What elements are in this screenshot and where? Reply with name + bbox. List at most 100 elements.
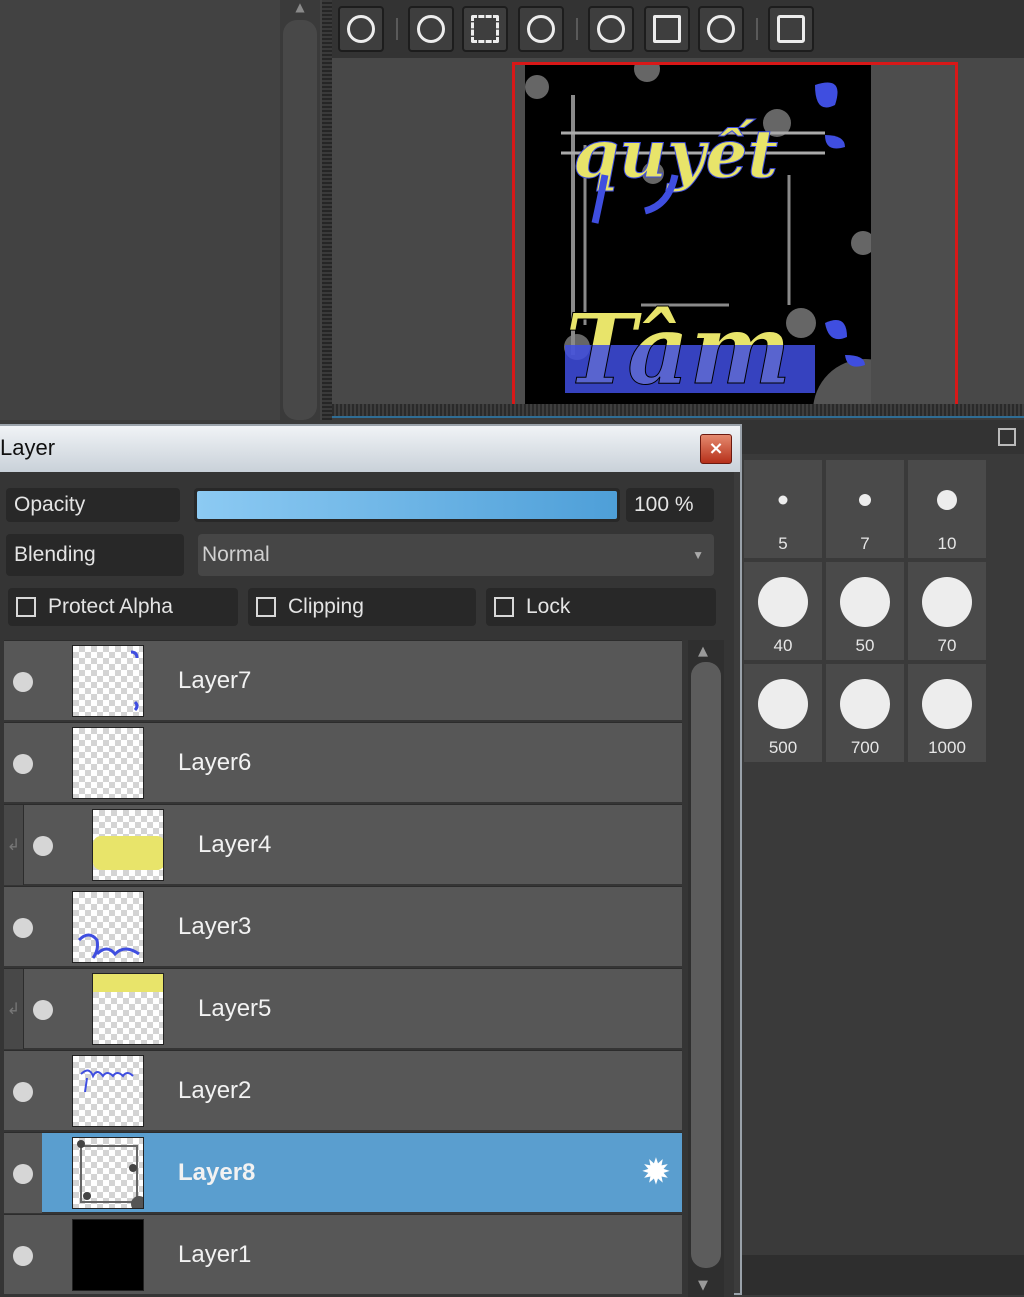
- layer-name: Layer8: [178, 1159, 256, 1186]
- visibility-toggle-icon[interactable]: [13, 754, 33, 774]
- workspace-scrollbar[interactable]: ▲: [280, 0, 320, 420]
- layer-thumbnail: [72, 1137, 144, 1209]
- zoom-actual-button[interactable]: [338, 6, 384, 52]
- layer-name: Layer7: [178, 667, 252, 694]
- rotate-left-button[interactable]: [588, 6, 634, 52]
- checkbox-box: [16, 597, 36, 617]
- brush-dot-icon: [840, 577, 890, 627]
- brush-size-label: 5: [778, 534, 788, 553]
- protect-alpha-label: Protect Alpha: [48, 595, 173, 618]
- scrollbar-thumb[interactable]: [283, 20, 317, 420]
- layer-thumbnail: [72, 1055, 144, 1127]
- toolbar-separator: [396, 18, 398, 40]
- layer-window-body: Opacity 100 % Blending Normal ▼ Protect …: [0, 472, 734, 1297]
- layer-thumbnail-art: [77, 1140, 143, 1208]
- rotate-right-icon: [707, 15, 735, 43]
- svg-text:Tâm: Tâm: [565, 293, 791, 406]
- clipping-arrow-icon: ↲: [4, 969, 24, 1049]
- clipping-checkbox[interactable]: Clipping: [248, 588, 476, 626]
- scroll-up-arrow-icon[interactable]: ▲: [290, 0, 310, 16]
- brush-size-cell[interactable]: 40: [744, 562, 822, 660]
- brush-size-cell[interactable]: 700: [826, 664, 904, 762]
- layer-row[interactable]: ↲ Layer5: [4, 968, 682, 1049]
- layer-list: Layer7 Layer6 ↲ Layer4 Layer3 ↲ Layer5 L…: [4, 640, 684, 1297]
- gear-icon[interactable]: ✹: [636, 1153, 676, 1193]
- layer-name: Layer5: [198, 995, 272, 1022]
- protect-alpha-checkbox[interactable]: Protect Alpha: [8, 588, 238, 626]
- visibility-toggle-icon[interactable]: [33, 1000, 53, 1020]
- layer-row[interactable]: Layer2: [4, 1050, 682, 1130]
- scroll-down-arrow-icon[interactable]: ▼: [698, 1278, 708, 1293]
- layer-thumbnail-art: [80, 1069, 134, 1093]
- brush-size-cell[interactable]: 50: [826, 562, 904, 660]
- close-button[interactable]: ×: [700, 434, 732, 464]
- opacity-slider[interactable]: [194, 488, 620, 522]
- brush-dot-icon: [922, 679, 972, 729]
- layer-thumbnail: [92, 809, 164, 881]
- layer-row[interactable]: Layer6: [4, 722, 682, 802]
- brush-size-label: 50: [855, 636, 875, 655]
- brush-size-label: 70: [937, 636, 957, 655]
- toolbar-separator: [756, 18, 758, 40]
- layer-row[interactable]: Layer7: [4, 640, 682, 720]
- layer-row[interactable]: Layer3: [4, 886, 682, 966]
- brush-size-cell[interactable]: 5: [744, 460, 822, 558]
- layer-thumbnail-art: [93, 836, 163, 870]
- layer-window-titlebar[interactable]: Layer ×: [0, 426, 740, 472]
- layer-list-scrollbar[interactable]: ▲ ▼: [688, 640, 724, 1297]
- canvas-frame[interactable]: quyết Tâm Tâm: [512, 62, 958, 408]
- layer-name: Layer3: [178, 913, 252, 940]
- zoom-actual-icon: [347, 15, 375, 43]
- brush-dot-icon: [758, 577, 808, 627]
- blending-mode-select[interactable]: Normal ▼: [198, 534, 714, 576]
- lock-checkbox[interactable]: Lock: [486, 588, 716, 626]
- popout-icon[interactable]: [998, 428, 1016, 446]
- panel-splitter[interactable]: [322, 0, 332, 420]
- canvas-area[interactable]: quyết Tâm Tâm: [332, 58, 1024, 408]
- layer-thumbnail: [72, 645, 144, 717]
- layer-row-selected[interactable]: Layer8 ✹: [4, 1132, 682, 1213]
- layer-row[interactable]: Layer1: [4, 1214, 682, 1294]
- brush-size-label: 500: [768, 738, 798, 757]
- brush-size-cell[interactable]: 10: [908, 460, 986, 558]
- brush-size-cell[interactable]: 70: [908, 562, 986, 660]
- fit-window-button[interactable]: [644, 6, 690, 52]
- opacity-slider-fill: [197, 491, 617, 519]
- brush-size-cell[interactable]: 500: [744, 664, 822, 762]
- zoom-in-button[interactable]: [408, 6, 454, 52]
- fit-screen-button[interactable]: [462, 6, 508, 52]
- blending-mode-value: Normal: [202, 543, 270, 566]
- visibility-toggle-icon[interactable]: [13, 1082, 33, 1102]
- visibility-toggle-icon[interactable]: [13, 1164, 33, 1184]
- horizontal-splitter[interactable]: [332, 404, 1024, 418]
- checkbox-box: [494, 597, 514, 617]
- zoom-out-button[interactable]: [518, 6, 564, 52]
- toolbar-separator: [576, 18, 578, 40]
- fit-window-icon: [653, 15, 681, 43]
- brush-size-cell[interactable]: 7: [826, 460, 904, 558]
- layer-window: Layer × Opacity 100 % Blending Normal ▼ …: [0, 424, 742, 1297]
- layer-thumbnail-art: [77, 933, 140, 959]
- brush-size-cell[interactable]: 1000: [908, 664, 986, 762]
- rotate-right-button[interactable]: [698, 6, 744, 52]
- artwork[interactable]: quyết Tâm Tâm: [525, 65, 871, 408]
- visibility-toggle-icon[interactable]: [13, 1246, 33, 1266]
- zoom-out-icon: [527, 15, 555, 43]
- close-icon: ×: [708, 438, 724, 459]
- brush-dot-icon: [937, 490, 957, 510]
- brush-dot-icon: [922, 577, 972, 627]
- visibility-toggle-icon[interactable]: [13, 918, 33, 938]
- layer-row[interactable]: ↲ Layer4: [4, 804, 682, 885]
- opacity-value[interactable]: 100 %: [626, 488, 714, 522]
- layer-thumbnail-art: [130, 650, 139, 712]
- zoom-in-icon: [417, 15, 445, 43]
- scrollbar-thumb[interactable]: [691, 662, 721, 1268]
- lock-label: Lock: [526, 595, 571, 618]
- clipping-arrow-icon: ↲: [4, 805, 24, 885]
- layer-thumbnail: [72, 727, 144, 799]
- flip-horizontal-button[interactable]: [768, 6, 814, 52]
- visibility-toggle-icon[interactable]: [13, 672, 33, 692]
- scroll-up-arrow-icon[interactable]: ▲: [698, 644, 708, 659]
- visibility-toggle-icon[interactable]: [33, 836, 53, 856]
- layer-window-title: Layer: [0, 435, 56, 460]
